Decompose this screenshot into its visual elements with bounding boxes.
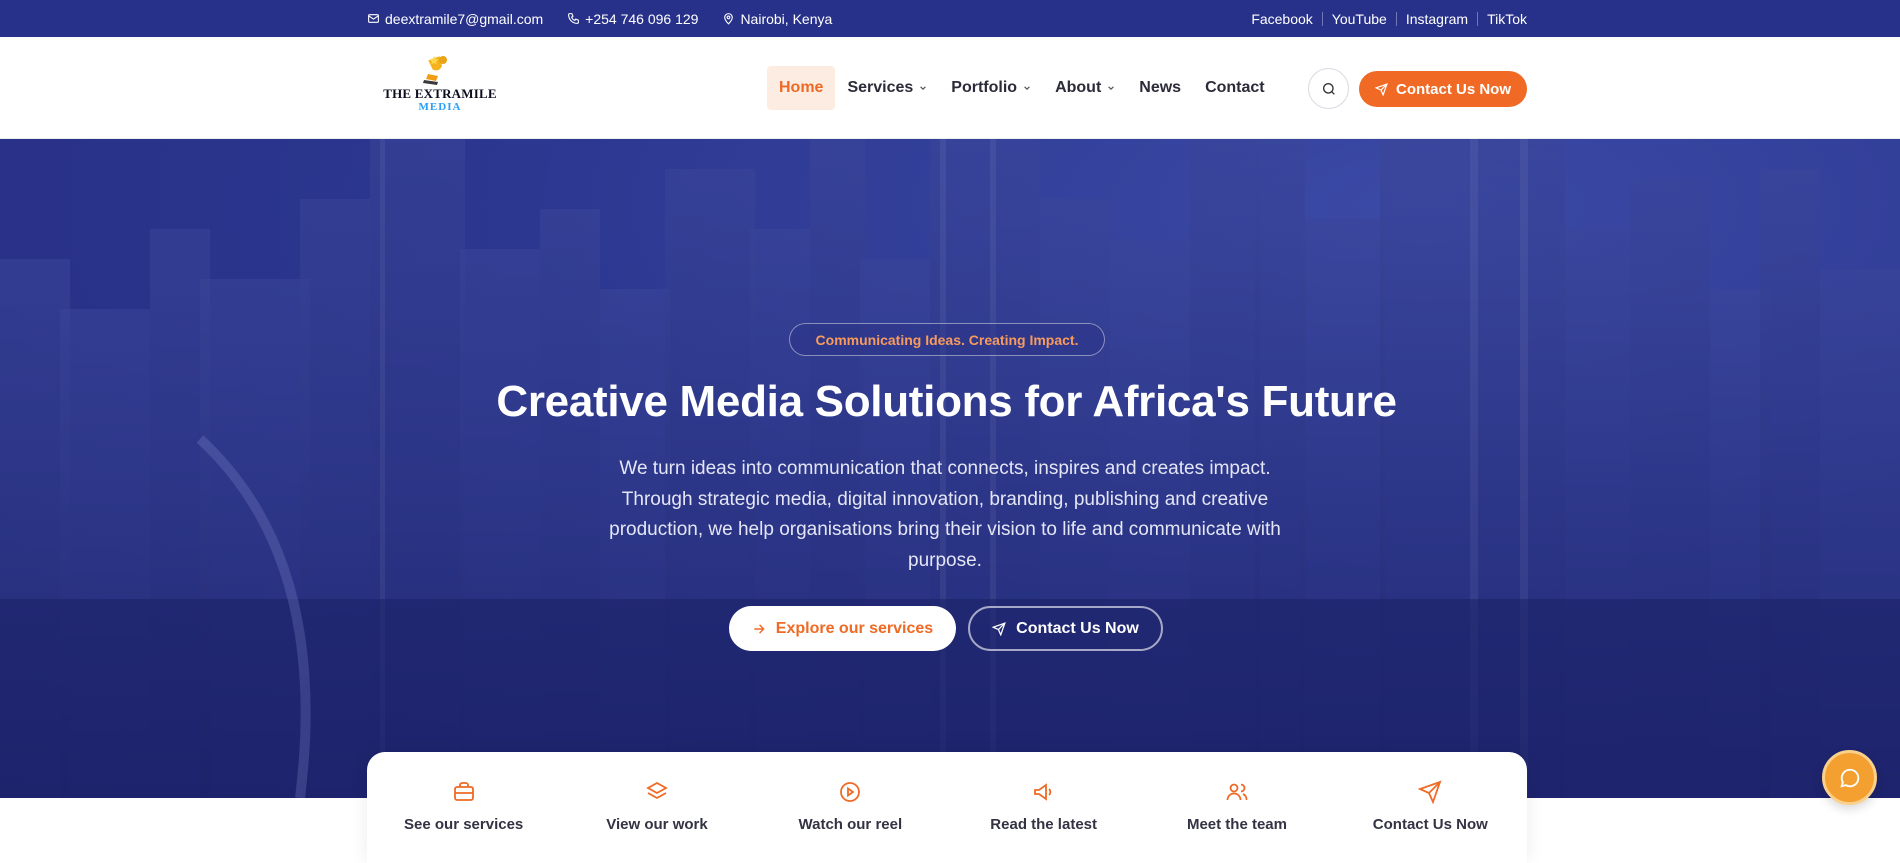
nav-label: Services xyxy=(847,79,914,96)
nav-label: Home xyxy=(779,79,824,96)
divider xyxy=(1321,11,1323,26)
arrow-right-icon xyxy=(754,623,765,634)
social-link-youtube[interactable]: YouTube xyxy=(1332,11,1387,27)
logo[interactable]: THE EXTRAMILE MEDIA xyxy=(380,54,500,120)
cta-label: Contact Us Now xyxy=(1395,80,1511,98)
quick-links-bar: See our services View our work Watch our… xyxy=(367,752,1527,863)
quick-link-team[interactable]: Meet the team xyxy=(1140,752,1333,863)
quick-link-label: Read the latest xyxy=(990,816,1097,833)
quick-link-work[interactable]: View our work xyxy=(560,752,753,863)
location-text: Nairobi, Kenya xyxy=(740,10,833,27)
nav-label: About xyxy=(1055,79,1102,96)
nav-item-portfolio[interactable]: Portfolio xyxy=(939,66,1043,110)
phone-text: +254 746 096 129 xyxy=(585,10,699,27)
social-links: Facebook YouTube Instagram TikTok xyxy=(1251,0,1527,37)
hero-tagline-badge: Communicating Ideas. Creating Impact. xyxy=(789,323,1105,356)
mail-icon xyxy=(368,14,379,23)
quick-link-services[interactable]: See our services xyxy=(367,752,560,863)
email-info[interactable]: deextramile7@gmail.com xyxy=(367,11,543,27)
phone-icon xyxy=(568,13,580,24)
hero-subtitle: We turn ideas into communication that co… xyxy=(609,458,1281,571)
divider xyxy=(1395,11,1397,26)
explore-services-button[interactable]: Explore our services xyxy=(729,606,956,651)
nav-label: News xyxy=(1139,79,1182,96)
chat-button[interactable] xyxy=(1822,750,1877,805)
hero-title: Creative Media Solutions for Africa's Fu… xyxy=(496,377,1397,426)
megaphone-icon xyxy=(1033,783,1051,801)
logo-text-secondary: MEDIA xyxy=(418,101,462,113)
search-button[interactable] xyxy=(1308,68,1349,109)
divider xyxy=(1477,11,1479,26)
quick-link-contact[interactable]: Contact Us Now xyxy=(1334,752,1527,863)
play-circle-icon xyxy=(840,782,861,802)
quick-link-label: Meet the team xyxy=(1186,816,1287,833)
social-link-facebook[interactable]: Facebook xyxy=(1251,11,1312,27)
location-info: Nairobi, Kenya xyxy=(722,11,832,27)
chevron-down-icon xyxy=(1108,86,1115,91)
hero-content: Communicating Ideas. Creating Impact. Cr… xyxy=(0,139,1900,798)
users-icon xyxy=(1226,783,1248,801)
layers-icon xyxy=(646,781,668,800)
main-nav: Home Services Portfolio About News Conta… xyxy=(767,66,1277,110)
social-link-instagram[interactable]: Instagram xyxy=(1406,11,1468,27)
quick-link-news[interactable]: Read the latest xyxy=(947,752,1140,863)
quick-link-reel[interactable]: Watch our reel xyxy=(754,752,947,863)
phone-info[interactable]: +254 746 096 129 xyxy=(567,11,698,27)
send-icon xyxy=(1418,780,1442,804)
nav-item-services[interactable]: Services xyxy=(835,66,939,110)
header-contact-button[interactable]: Contact Us Now xyxy=(1359,71,1527,107)
nav-item-contact[interactable]: Contact xyxy=(1193,66,1277,110)
hero-contact-label: Contact Us Now xyxy=(1016,619,1139,637)
nav-item-home[interactable]: Home xyxy=(767,66,836,110)
nav-item-about[interactable]: About xyxy=(1043,66,1127,110)
email-text: deextramile7@gmail.com xyxy=(385,10,544,27)
chevron-down-icon xyxy=(1024,86,1030,91)
social-link-tiktok[interactable]: TikTok xyxy=(1487,11,1527,27)
chevron-down-icon xyxy=(920,86,927,91)
briefcase-icon xyxy=(453,782,474,801)
logo-text-primary: THE EXTRAMILE xyxy=(383,86,497,101)
nav-label: Contact xyxy=(1205,79,1265,96)
send-icon xyxy=(1374,82,1388,96)
trophy-logo-icon xyxy=(423,56,447,85)
hero-section: Communicating Ideas. Creating Impact. Cr… xyxy=(0,139,1900,798)
map-pin-icon xyxy=(724,13,734,25)
hero-contact-button[interactable]: Contact Us Now xyxy=(968,606,1163,651)
quick-link-label: Contact Us Now xyxy=(1372,816,1488,833)
chat-bubble-icon xyxy=(1839,768,1859,788)
site-header: THE EXTRAMILE MEDIA Home Services Portfo… xyxy=(0,37,1900,139)
send-icon xyxy=(992,621,1007,636)
search-icon xyxy=(1322,82,1335,95)
contact-info: deextramile7@gmail.com +254 746 096 129 … xyxy=(367,0,832,37)
top-bar: deextramile7@gmail.com +254 746 096 129 … xyxy=(0,0,1900,37)
quick-link-label: View our work xyxy=(606,816,708,833)
explore-label: Explore our services xyxy=(775,619,934,637)
quick-link-label: Watch our reel xyxy=(798,816,903,833)
quick-link-label: See our services xyxy=(404,816,524,833)
nav-label: Portfolio xyxy=(951,79,1018,96)
nav-item-news[interactable]: News xyxy=(1127,66,1193,110)
